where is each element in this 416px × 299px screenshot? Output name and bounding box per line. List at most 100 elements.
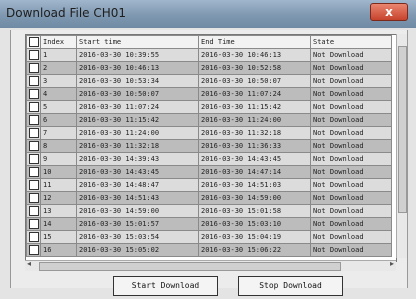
file-table: Index Start time End Time State 1 2016-03… bbox=[26, 35, 392, 257]
row-checkbox[interactable] bbox=[26, 48, 41, 62]
table-row[interactable]: 13 2016-03-30 14:59:00 2016-03-30 15:01:58… bbox=[26, 204, 392, 218]
cell-start-time: 2016-03-30 11:24:00 bbox=[76, 126, 199, 140]
cell-index: 11 bbox=[40, 178, 77, 192]
table-row[interactable]: 7 2016-03-30 11:24:00 2016-03-30 11:32:18 N… bbox=[26, 126, 392, 140]
horizontal-scroll-thumb[interactable] bbox=[39, 262, 341, 271]
cell-state: Not Download bbox=[310, 100, 392, 114]
cell-start-time: 2016-03-30 14:43:45 bbox=[76, 165, 199, 179]
cell-end-time: 2016-03-30 15:01:58 bbox=[198, 204, 311, 218]
table-row[interactable]: 5 2016-03-30 11:07:24 2016-03-30 11:15:42 N… bbox=[26, 100, 392, 114]
cell-end-time: 2016-03-30 15:03:10 bbox=[198, 217, 311, 231]
table-row[interactable]: 6 2016-03-30 11:15:42 2016-03-30 11:24:00 N… bbox=[26, 113, 392, 127]
cell-end-time: 2016-03-30 11:36:33 bbox=[198, 139, 311, 153]
cell-state: Not Download bbox=[310, 74, 392, 88]
cell-index: 1 bbox=[40, 48, 77, 62]
row-checkbox[interactable] bbox=[26, 113, 41, 127]
table-row[interactable]: 1 2016-03-30 10:39:55 2016-03-30 10:46:13 N… bbox=[26, 48, 392, 62]
window-title: Download File CH01 bbox=[6, 6, 127, 20]
cell-end-time: 2016-03-30 14:51:03 bbox=[198, 178, 311, 192]
cell-end-time: 2016-03-30 14:43:45 bbox=[198, 152, 311, 166]
row-checkbox[interactable] bbox=[26, 191, 41, 205]
select-all-checkbox[interactable] bbox=[26, 35, 41, 49]
cell-state: Not Download bbox=[310, 87, 392, 101]
cell-index: 6 bbox=[40, 113, 77, 127]
cell-index: 12 bbox=[40, 191, 77, 205]
row-checkbox[interactable] bbox=[26, 74, 41, 88]
cell-end-time: 2016-03-30 10:52:58 bbox=[198, 61, 311, 75]
cell-state: Not Download bbox=[310, 204, 392, 218]
start-download-button[interactable]: Start Download bbox=[113, 276, 218, 296]
cell-end-time: 2016-03-30 14:59:00 bbox=[198, 191, 311, 205]
cell-index: 15 bbox=[40, 230, 77, 244]
cell-state: Not Download bbox=[310, 152, 392, 166]
table-row[interactable]: 3 2016-03-30 10:53:34 2016-03-30 10:50:07 N… bbox=[26, 74, 392, 88]
cell-index: 2 bbox=[40, 61, 77, 75]
cell-start-time: 2016-03-30 14:59:00 bbox=[76, 204, 199, 218]
cell-state: Not Download bbox=[310, 217, 392, 231]
cell-start-time: 2016-03-30 11:07:24 bbox=[76, 100, 199, 114]
horizontal-scrollbar[interactable]: ◂ ▸ bbox=[25, 259, 396, 271]
row-checkbox[interactable] bbox=[26, 87, 41, 101]
row-checkbox[interactable] bbox=[26, 217, 41, 231]
cell-end-time: 2016-03-30 15:06:22 bbox=[198, 243, 311, 257]
column-header-end-time[interactable]: End Time bbox=[198, 35, 311, 49]
column-header-state[interactable]: State bbox=[310, 35, 392, 49]
cell-state: Not Download bbox=[310, 165, 392, 179]
cell-state: Not Download bbox=[310, 61, 392, 75]
download-window: Download File CH01 x Index Start time En… bbox=[0, 0, 416, 299]
table-header-row: Index Start time End Time State bbox=[26, 35, 392, 49]
row-checkbox[interactable] bbox=[26, 152, 41, 166]
scroll-left-arrow-icon[interactable]: ◂ bbox=[27, 259, 31, 268]
table-row[interactable]: 16 2016-03-30 15:05:02 2016-03-30 15:06:22… bbox=[26, 243, 392, 257]
table-row[interactable]: 10 2016-03-30 14:43:45 2016-03-30 14:47:14… bbox=[26, 165, 392, 179]
close-button[interactable]: x bbox=[370, 3, 408, 21]
row-checkbox[interactable] bbox=[26, 165, 41, 179]
row-checkbox[interactable] bbox=[26, 178, 41, 192]
cell-index: 7 bbox=[40, 126, 77, 140]
cell-end-time: 2016-03-30 11:32:18 bbox=[198, 126, 311, 140]
column-header-start-time[interactable]: Start time bbox=[76, 35, 199, 49]
table-row[interactable]: 4 2016-03-30 10:50:07 2016-03-30 11:07:24 N… bbox=[26, 87, 392, 101]
cell-index: 9 bbox=[40, 152, 77, 166]
cell-state: Not Download bbox=[310, 243, 392, 257]
cell-index: 16 bbox=[40, 243, 77, 257]
table-row[interactable]: 2 2016-03-30 10:46:13 2016-03-30 10:52:58 N… bbox=[26, 61, 392, 75]
cell-start-time: 2016-03-30 10:39:55 bbox=[76, 48, 199, 62]
row-checkbox[interactable] bbox=[26, 126, 41, 140]
cell-end-time: 2016-03-30 10:50:07 bbox=[198, 74, 311, 88]
table-row[interactable]: 9 2016-03-30 14:39:43 2016-03-30 14:43:45 N… bbox=[26, 152, 392, 166]
cell-state: Not Download bbox=[310, 48, 392, 62]
cell-index: 13 bbox=[40, 204, 77, 218]
cell-start-time: 2016-03-30 11:32:18 bbox=[76, 139, 199, 153]
table-row[interactable]: 12 2016-03-30 14:51:43 2016-03-30 14:59:00… bbox=[26, 191, 392, 205]
table-row[interactable]: 14 2016-03-30 15:01:57 2016-03-30 15:03:10… bbox=[26, 217, 392, 231]
table-row[interactable]: 8 2016-03-30 11:32:18 2016-03-30 11:36:33 N… bbox=[26, 139, 392, 153]
stop-download-button[interactable]: Stop Download bbox=[238, 276, 343, 296]
cell-end-time: 2016-03-30 11:15:42 bbox=[198, 100, 311, 114]
cell-start-time: 2016-03-30 10:53:34 bbox=[76, 74, 199, 88]
scroll-right-arrow-icon[interactable]: ▸ bbox=[390, 259, 394, 268]
cell-index: 14 bbox=[40, 217, 77, 231]
cell-index: 8 bbox=[40, 139, 77, 153]
row-checkbox[interactable] bbox=[26, 139, 41, 153]
cell-end-time: 2016-03-30 11:07:24 bbox=[198, 87, 311, 101]
vertical-scrollbar[interactable] bbox=[396, 34, 407, 258]
vertical-scroll-thumb[interactable] bbox=[398, 46, 407, 213]
cell-start-time: 2016-03-30 10:46:13 bbox=[76, 61, 199, 75]
column-header-index[interactable]: Index bbox=[40, 35, 77, 49]
cell-index: 10 bbox=[40, 165, 77, 179]
cell-state: Not Download bbox=[310, 126, 392, 140]
row-checkbox[interactable] bbox=[26, 100, 41, 114]
row-checkbox[interactable] bbox=[26, 243, 41, 257]
cell-end-time: 2016-03-30 15:04:19 bbox=[198, 230, 311, 244]
table-row[interactable]: 15 2016-03-30 15:03:54 2016-03-30 15:04:19… bbox=[26, 230, 392, 244]
title-bar: Download File CH01 x bbox=[0, 0, 416, 28]
table-row[interactable]: 11 2016-03-30 14:48:47 2016-03-30 14:51:03… bbox=[26, 178, 392, 192]
row-checkbox[interactable] bbox=[26, 230, 41, 244]
cell-state: Not Download bbox=[310, 230, 392, 244]
row-checkbox[interactable] bbox=[26, 204, 41, 218]
row-checkbox[interactable] bbox=[26, 61, 41, 75]
cell-start-time: 2016-03-30 15:01:57 bbox=[76, 217, 199, 231]
cell-state: Not Download bbox=[310, 113, 392, 127]
cell-state: Not Download bbox=[310, 178, 392, 192]
